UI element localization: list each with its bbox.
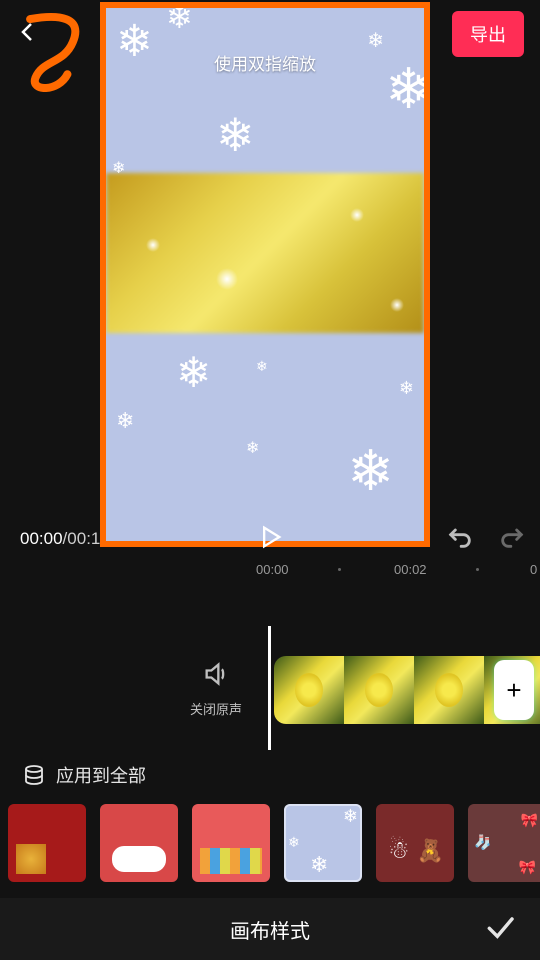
apply-all-label: 应用到全部	[56, 762, 146, 788]
snowflake-icon: ❄	[246, 438, 259, 458]
bottom-bar: 画布样式	[0, 898, 540, 960]
bow-icon: 🎀	[519, 859, 536, 876]
redo-button[interactable]	[498, 523, 526, 556]
snowflake-icon: ❄	[310, 852, 328, 878]
snowflake-icon: ❄	[176, 348, 211, 397]
clip-thumbnail[interactable]	[274, 656, 344, 724]
current-time: 00:00	[20, 529, 63, 548]
video-preview[interactable]: 使用双指缩放 ❄ ❄ ❄ ❄ ❄ ❄ ❄ ❄ ❄ ❄ ❄ ❄	[106, 8, 424, 541]
preview-frame[interactable]: 使用双指缩放 ❄ ❄ ❄ ❄ ❄ ❄ ❄ ❄ ❄ ❄ ❄ ❄	[100, 2, 430, 547]
snowflake-icon: ❄	[347, 438, 394, 504]
snowman-icon: ☃	[388, 836, 410, 865]
ruler-tick-label: 0	[530, 562, 537, 577]
apply-to-all-button[interactable]: 应用到全部	[0, 756, 540, 794]
ruler-tick	[476, 568, 479, 571]
export-button[interactable]: 导出	[452, 11, 524, 57]
ruler-tick-label: 00:00	[256, 562, 289, 577]
style-option[interactable]	[8, 804, 86, 882]
sparkle-icon	[350, 208, 364, 222]
play-button[interactable]	[256, 523, 284, 556]
sparkle-icon	[146, 238, 160, 252]
undo-button[interactable]	[446, 523, 474, 556]
snowflake-icon: ❄	[216, 108, 255, 162]
snowflake-icon: ❄	[399, 378, 414, 399]
snowflake-icon: ❄	[256, 358, 268, 375]
canvas-styles-panel: 应用到全部 ❄ ❄ ❄ ☃ 🧸 🎀 🧦 🎀	[0, 756, 540, 896]
mute-original-audio-button[interactable]: 关闭原声	[190, 660, 242, 718]
panel-title: 画布样式	[230, 915, 310, 944]
timeline-ruler[interactable]: 00:00 00:02 0	[0, 560, 540, 584]
stack-icon	[22, 763, 46, 787]
total-time: 00:1	[67, 529, 100, 548]
style-option[interactable]	[100, 804, 178, 882]
snowflake-icon: ❄	[288, 834, 300, 851]
style-option[interactable]: ☃ 🧸	[376, 804, 454, 882]
mute-label: 关闭原声	[190, 699, 242, 718]
video-content	[106, 173, 424, 333]
ruler-tick-label: 00:02	[394, 562, 427, 577]
sparkle-icon	[390, 298, 404, 312]
style-option[interactable]	[192, 804, 270, 882]
clip-thumbnail[interactable]	[344, 656, 414, 724]
check-icon	[484, 911, 516, 943]
style-option[interactable]: 🎀 🧦 🎀	[468, 804, 540, 882]
snowflake-icon: ❄	[116, 408, 134, 434]
bear-icon: 🧸	[417, 838, 444, 864]
confirm-button[interactable]	[484, 911, 516, 948]
sock-icon: 🧦	[474, 834, 491, 851]
playhead[interactable]	[268, 626, 271, 750]
back-icon[interactable]	[16, 20, 40, 49]
snowflake-icon: ❄	[343, 806, 358, 827]
sparkle-icon	[216, 268, 238, 290]
playback-time: 00:00/00:1	[20, 529, 100, 549]
ruler-tick	[338, 568, 341, 571]
timeline[interactable]: 关闭原声 +	[0, 600, 540, 750]
style-thumbs[interactable]: ❄ ❄ ❄ ☃ 🧸 🎀 🧦 🎀	[0, 794, 540, 892]
bow-icon: 🎀	[521, 812, 538, 829]
clip-thumbnail[interactable]	[414, 656, 484, 724]
style-option-selected[interactable]: ❄ ❄ ❄	[284, 804, 362, 882]
add-clip-button[interactable]: +	[494, 660, 534, 720]
